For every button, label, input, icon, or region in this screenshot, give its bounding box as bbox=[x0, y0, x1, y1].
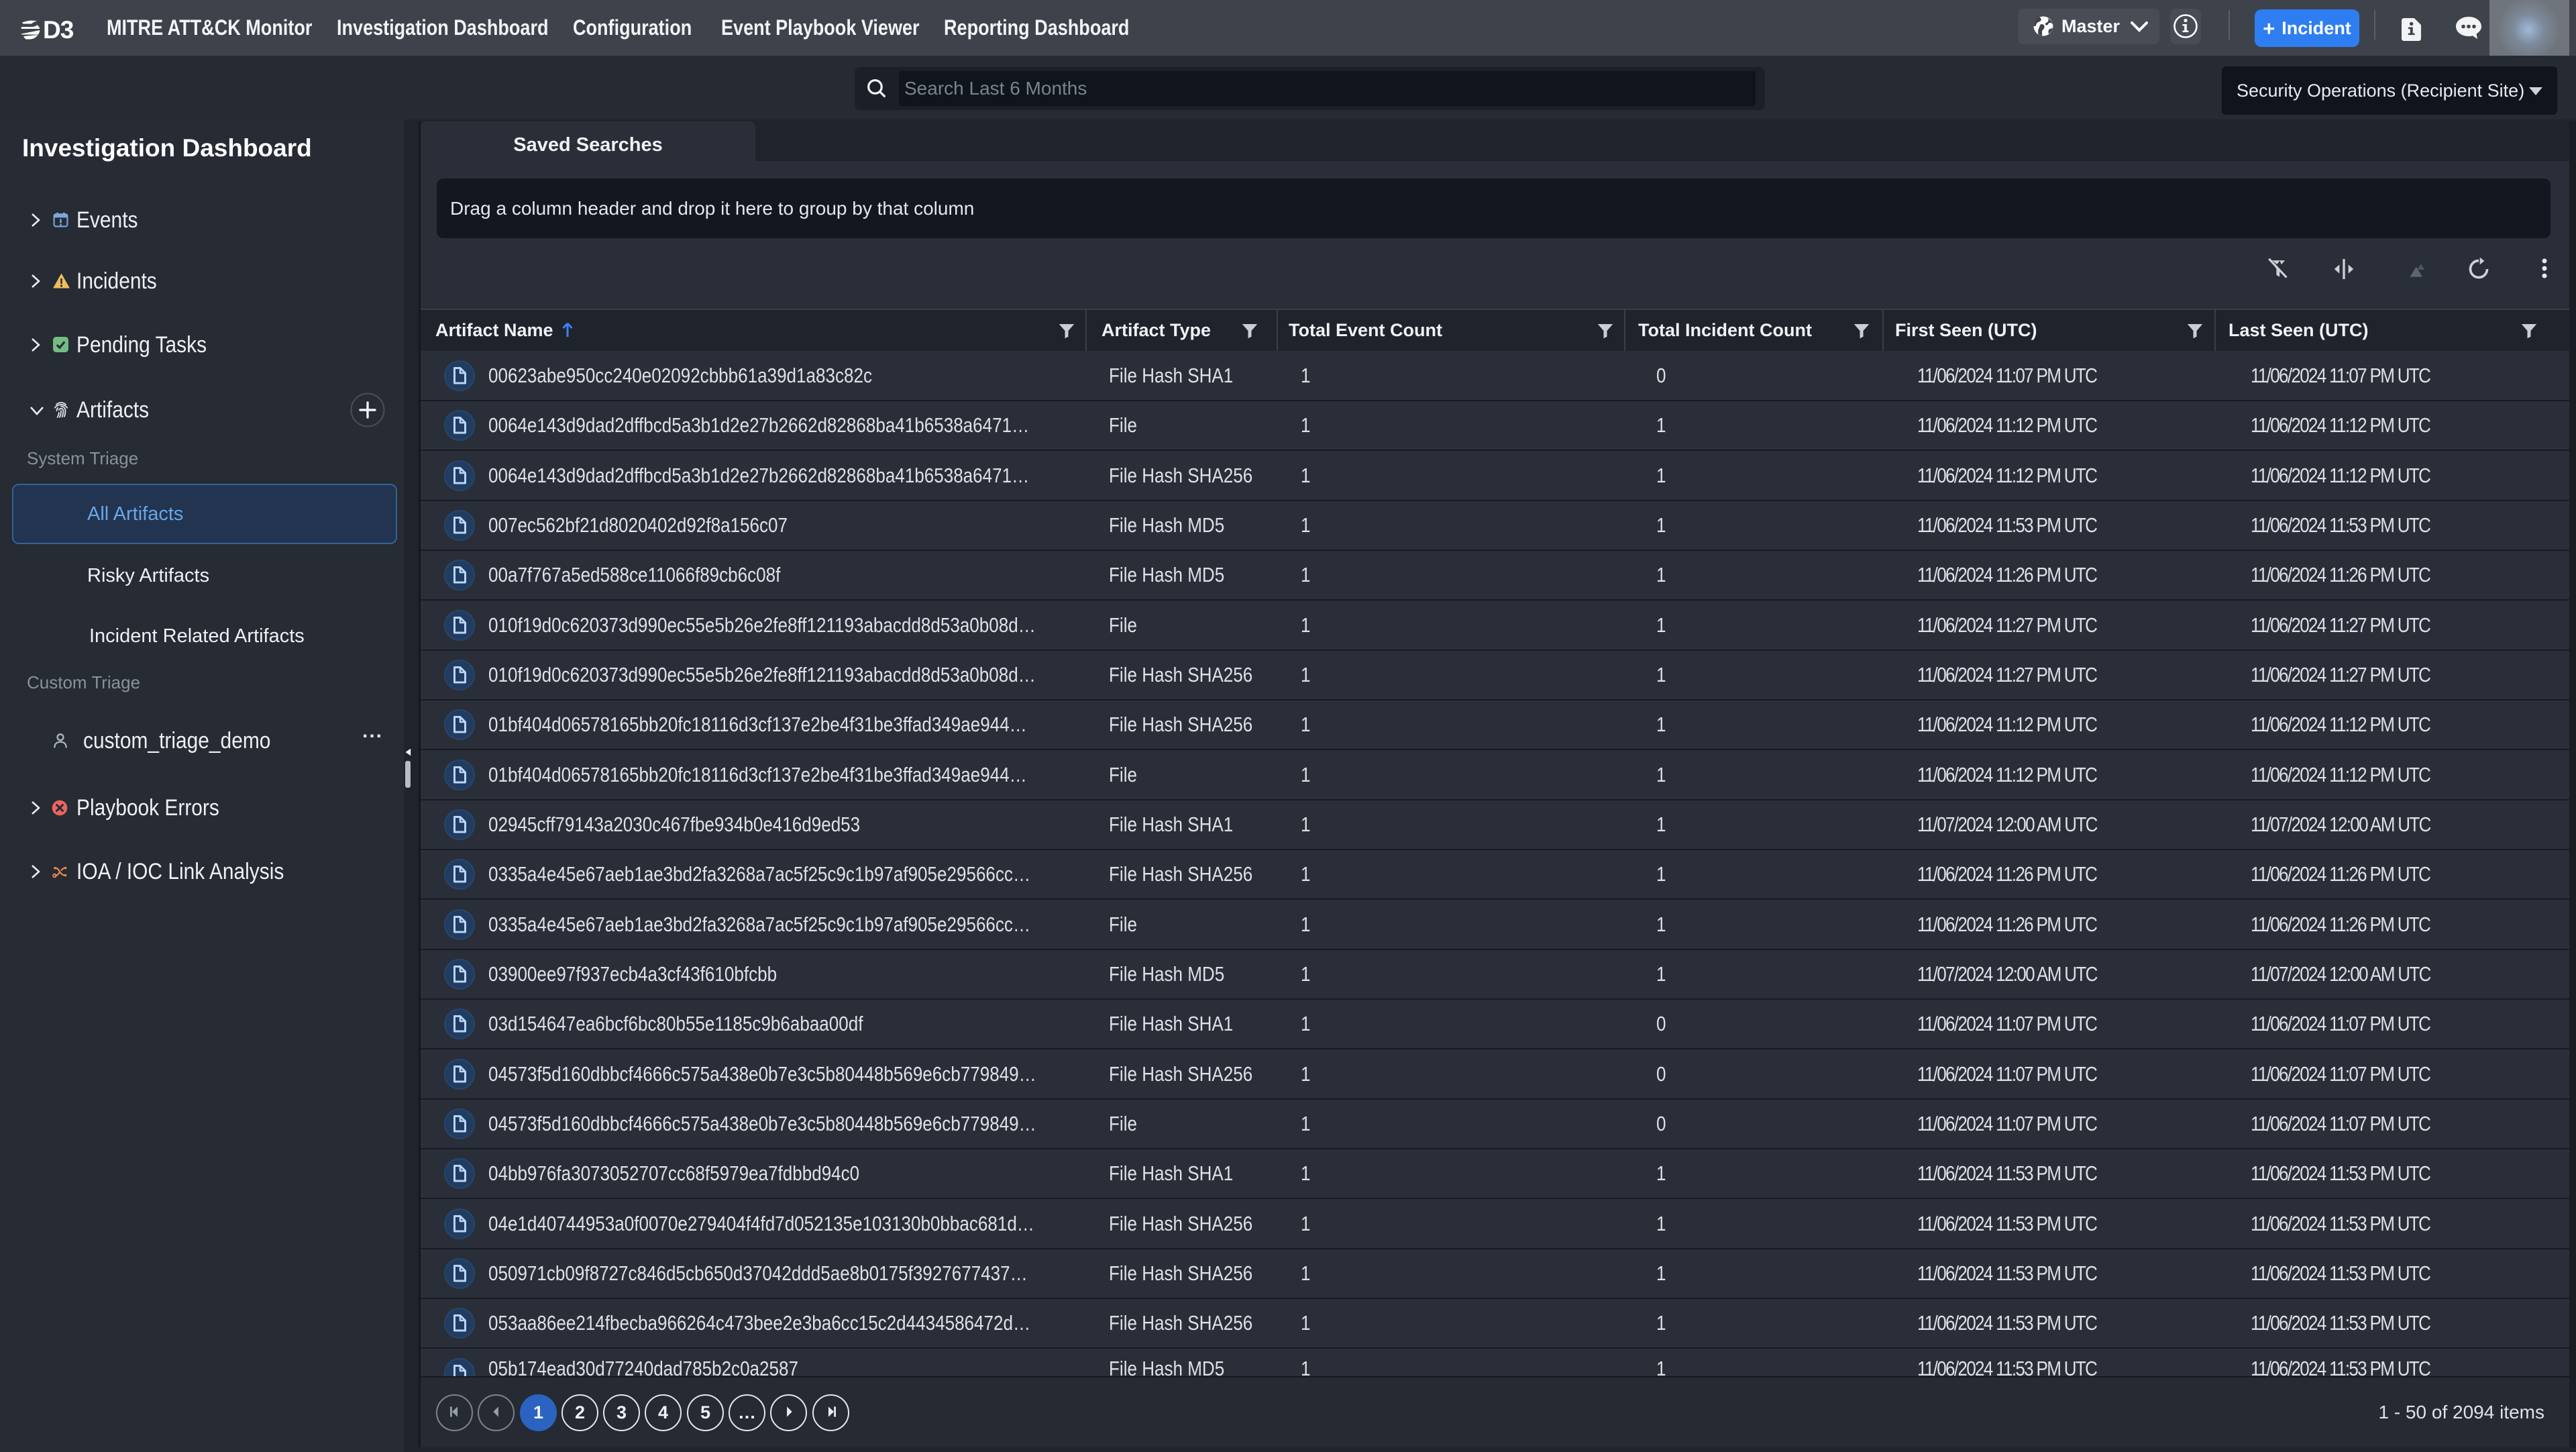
svg-text:D3: D3 bbox=[43, 19, 74, 40]
